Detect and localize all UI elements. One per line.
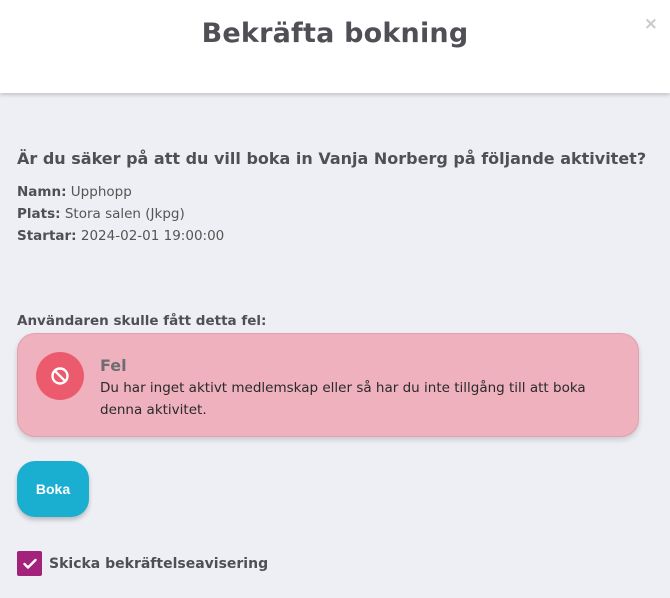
detail-start: Startar: 2024-02-01 19:00:00: [17, 228, 224, 244]
notification-checkbox[interactable]: [17, 551, 42, 576]
detail-name: Namn: Upphopp: [17, 184, 132, 200]
no-entry-icon: [36, 352, 84, 400]
checkmark-icon: [22, 558, 37, 569]
confirmation-question: Är du säker på att du vill boka in Vanja…: [17, 149, 647, 168]
alert-title: Fel: [100, 356, 127, 375]
modal-header: Bekräfta bokning ×: [0, 0, 670, 93]
book-button[interactable]: Boka: [17, 461, 89, 517]
alert-message: Du har inget aktivt medlemskap eller så …: [100, 380, 586, 418]
detail-label: Startar:: [17, 228, 77, 244]
detail-value: Upphopp: [70, 184, 132, 200]
detail-place: Plats: Stora salen (Jkpg): [17, 206, 185, 222]
detail-label: Plats:: [17, 206, 61, 222]
notification-label: Skicka bekräftelseavisering: [49, 555, 269, 572]
detail-label: Namn:: [17, 184, 67, 200]
detail-value: 2024-02-01 19:00:00: [80, 228, 225, 244]
error-caption: Användaren skulle fått detta fel:: [17, 313, 267, 329]
close-icon[interactable]: ×: [644, 14, 658, 34]
modal-title: Bekräfta bokning: [201, 18, 469, 49]
notification-checkbox-row[interactable]: Skicka bekräftelseavisering: [17, 551, 268, 576]
detail-value: Stora salen (Jkpg): [64, 206, 185, 222]
error-alert: Fel Du har inget aktivt medlemskap eller…: [17, 333, 639, 437]
